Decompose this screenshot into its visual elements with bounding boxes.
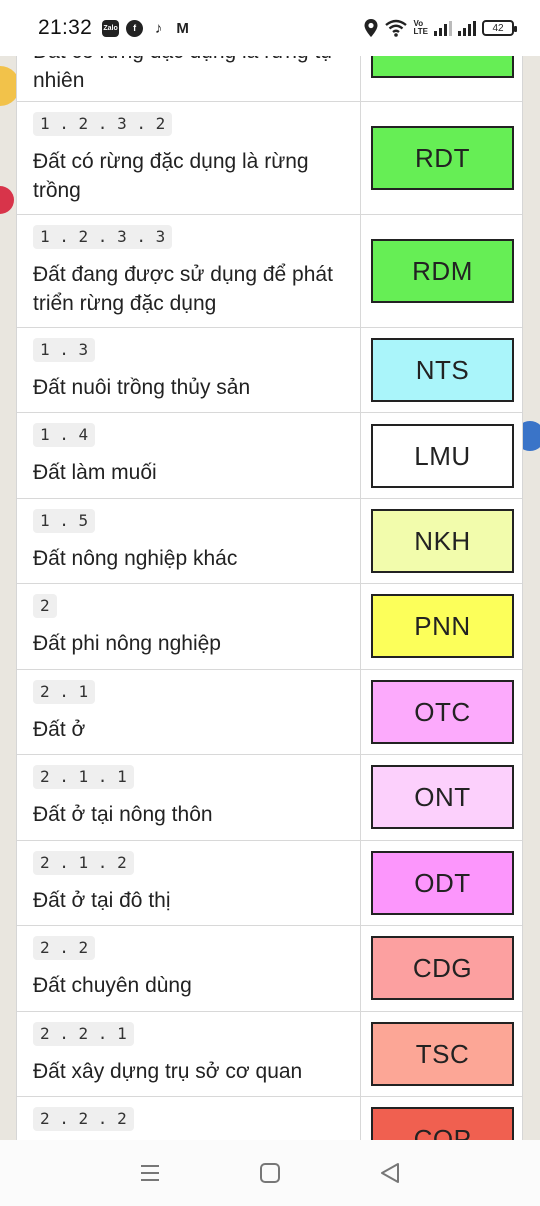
symbol-box: TSC — [371, 1022, 514, 1086]
tiktok-icon: ♪ — [154, 19, 163, 37]
row-label: Đất ở tại nông thôn — [33, 803, 213, 826]
status-bar: 21:32 Zalo f ♪ M Vo LTE 42 — [0, 0, 540, 56]
row-label: Đất xây dựng trụ sở cơ quan — [33, 1060, 303, 1083]
row-label: Đất phi nông nghiệp — [33, 632, 221, 655]
navigation-bar — [0, 1140, 540, 1206]
code-badge: 2 . 2 — [33, 936, 96, 960]
land-code-table: Đất có rừng đặc dụng là rừng tự nhiên RD… — [16, 56, 523, 1140]
table-row[interactable]: 2 . 1 . 2 Đất ở tại đô thị ODT — [17, 841, 522, 926]
row-label: Đất nông nghiệp khác — [33, 547, 238, 570]
recent-apps-icon — [141, 1165, 159, 1181]
symbol-box: ONT — [371, 765, 514, 829]
code-badge: 1 . 5 — [33, 509, 96, 533]
table-row[interactable]: 2 Đất phi nông nghiệp PNN — [17, 584, 522, 670]
table-row[interactable]: 1 . 3 Đất nuôi trồng thủy sản NTS — [17, 328, 522, 413]
symbol-box: CDG — [371, 936, 514, 1000]
table-row[interactable]: 1 . 4 Đất làm muối LMU — [17, 413, 522, 499]
back-icon — [381, 1163, 399, 1183]
row-label: Đất đang được sử dụng để phát triển rừng… — [33, 263, 333, 315]
code-badge: 1 . 3 — [33, 338, 96, 362]
row-label: Đất ở tại đô thị — [33, 889, 171, 912]
signal-icon-1 — [434, 20, 452, 36]
code-badge: 1 . 2 . 3 . 2 — [33, 112, 173, 136]
symbol-box: PNN — [371, 594, 514, 658]
row-label: Đất nuôi trồng thủy sản — [33, 376, 251, 399]
volte-icon: Vo LTE — [413, 19, 428, 36]
code-badge: 2 . 2 . 2 — [33, 1107, 134, 1131]
table-row[interactable]: 2 . 2 . 1 Đất xây dựng trụ sở cơ quan TS… — [17, 1012, 522, 1097]
code-badge: 2 . 2 . 1 — [33, 1022, 134, 1046]
row-label: Đất làm muối — [33, 461, 157, 484]
facebook-icon: f — [126, 19, 144, 37]
row-label: Đất có rừng đặc dụng là rừng tự nhiên — [33, 56, 334, 92]
row-label: Đất chuyên dùng — [33, 974, 192, 997]
signal-icon-2 — [458, 20, 476, 36]
symbol-box: LMU — [371, 424, 514, 488]
code-badge: 2 . 1 — [33, 680, 96, 704]
gmail-icon: M — [176, 19, 189, 37]
symbol-box: RDM — [371, 239, 514, 303]
table-row[interactable]: Đất có rừng đặc dụng là rừng tự nhiên RD… — [17, 56, 522, 102]
table-row[interactable]: 1 . 5 Đất nông nghiệp khác NKH — [17, 499, 522, 584]
code-badge: 2 . 1 . 2 — [33, 851, 134, 875]
code-badge: 2 — [33, 594, 57, 618]
location-icon — [364, 19, 378, 37]
back-button[interactable] — [370, 1153, 410, 1193]
symbol-box: RDN — [371, 56, 514, 78]
status-time: 21:32 — [38, 16, 93, 39]
code-badge: 1 . 2 . 3 . 3 — [33, 225, 173, 249]
row-label: Đất ở — [33, 718, 86, 741]
code-badge: 2 . 1 . 1 — [33, 765, 134, 789]
code-badge: 1 . 4 — [33, 423, 96, 447]
row-label: Đất có rừng đặc dụng là rừng trồng — [33, 150, 309, 202]
table-row[interactable]: 1 . 2 . 3 . 2 Đất có rừng đặc dụng là rừ… — [17, 102, 522, 215]
symbol-box: OTC — [371, 680, 514, 744]
notification-icons: Zalo f ♪ M — [102, 19, 191, 37]
table-row[interactable]: 2 . 1 . 1 Đất ở tại nông thôn ONT — [17, 755, 522, 841]
battery-level: 42 — [492, 22, 504, 34]
symbol-box: NTS — [371, 338, 514, 402]
symbol-box: CQP — [371, 1107, 514, 1140]
symbol-box: RDT — [371, 126, 514, 190]
table-rows: Đất có rừng đặc dụng là rừng tự nhiên RD… — [17, 56, 522, 1140]
table-row[interactable]: 2 . 1 Đất ở OTC — [17, 670, 522, 755]
zalo-icon: Zalo — [102, 19, 120, 37]
battery-icon: 42 — [482, 20, 517, 36]
recent-apps-button[interactable] — [130, 1153, 170, 1193]
table-row[interactable]: 2 . 2 . 2 CQP — [17, 1097, 522, 1140]
symbol-box: ODT — [371, 851, 514, 915]
home-button[interactable] — [250, 1153, 290, 1193]
system-icons: Vo LTE 42 — [363, 18, 517, 38]
table-row[interactable]: 1 . 2 . 3 . 3 Đất đang được sử dụng để p… — [17, 215, 522, 328]
home-icon — [260, 1163, 280, 1183]
background-decoration — [0, 186, 14, 214]
table-row[interactable]: 2 . 2 Đất chuyên dùng CDG — [17, 926, 522, 1012]
symbol-box: NKH — [371, 509, 514, 573]
wifi-icon — [385, 19, 408, 37]
